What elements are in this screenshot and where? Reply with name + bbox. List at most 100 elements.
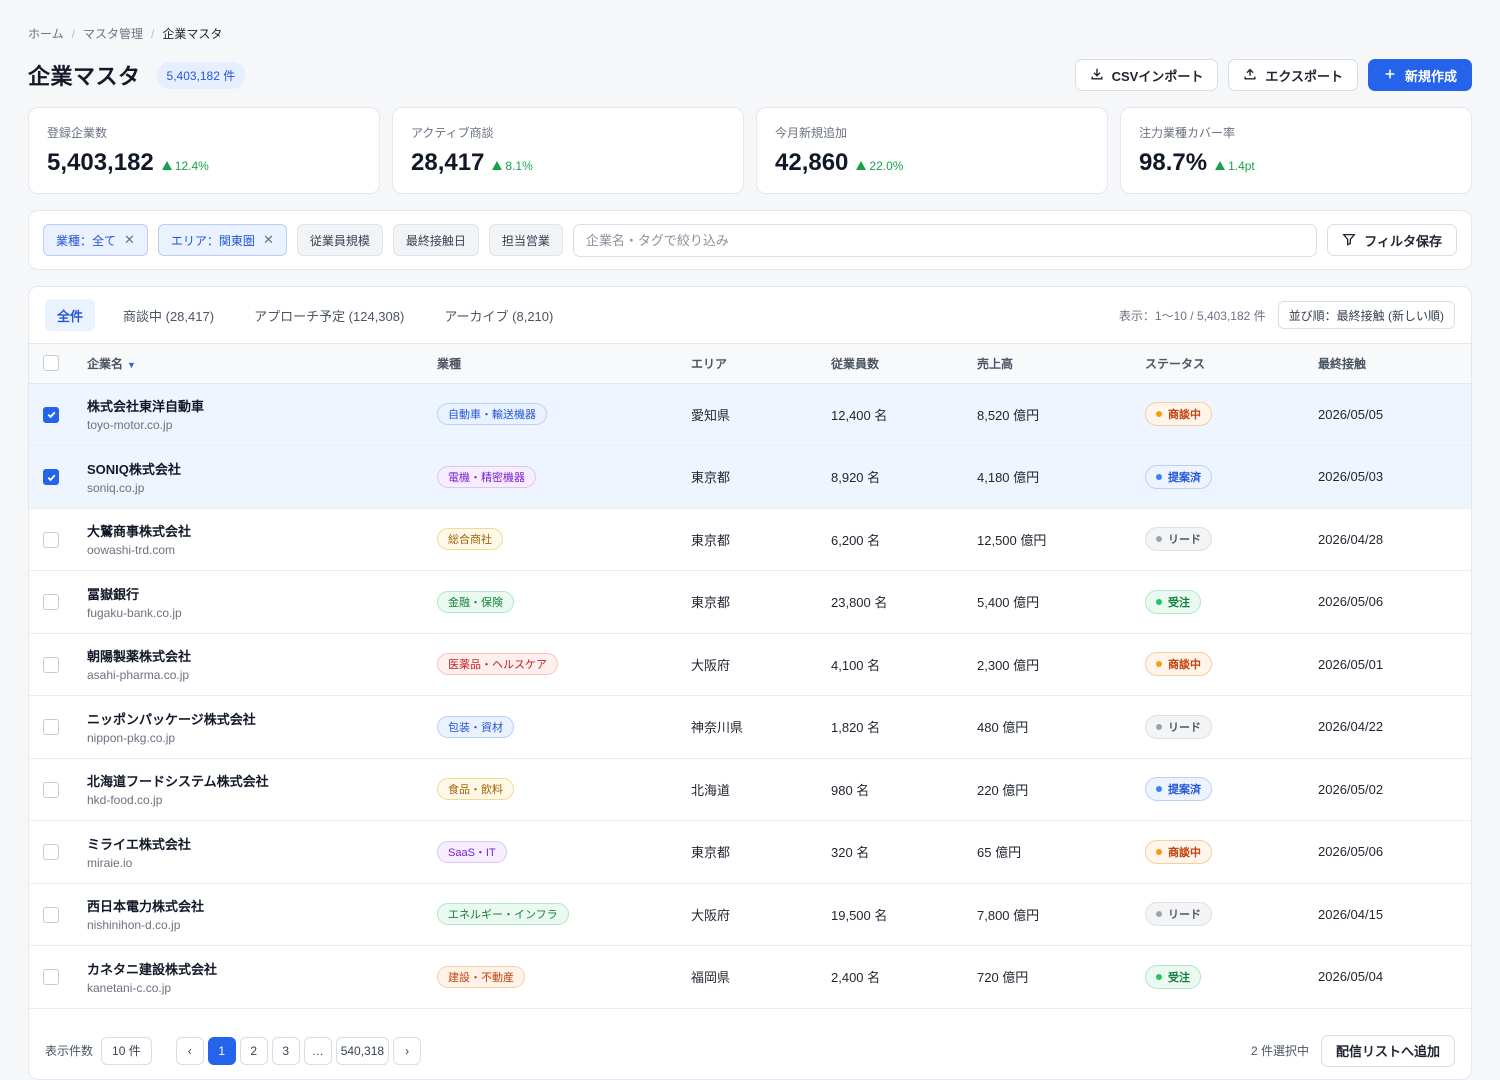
page-button[interactable]: 3 bbox=[271, 1036, 300, 1065]
save-filter-button[interactable]: フィルタ保存 bbox=[1327, 224, 1457, 256]
company-name[interactable]: 大鷲商事株式会社 bbox=[87, 521, 437, 540]
industry-tag: 包装・資材 bbox=[437, 715, 514, 738]
select-all-checkbox[interactable] bbox=[43, 355, 59, 372]
breadcrumb-master[interactable]: マスタ管理 bbox=[83, 25, 143, 42]
breadcrumb-separator: / bbox=[151, 26, 155, 41]
last-contact-cell: 2026/05/01 bbox=[1318, 656, 1384, 672]
export-button[interactable]: エクスポート bbox=[1228, 59, 1358, 91]
breadcrumb-separator: / bbox=[71, 26, 75, 41]
company-cell: ミライエ株式会社 miraie.io bbox=[87, 821, 437, 884]
create-button[interactable]: 新規作成 bbox=[1367, 59, 1472, 91]
company-name[interactable]: ミライエ株式会社 bbox=[87, 834, 437, 853]
table-row[interactable]: 冨嶽銀行 fugaku-bank.co.jp 金融・保険 東京都 23,800 名 5,4… bbox=[29, 571, 1471, 633]
filter-chip-industry[interactable]: 業種：全て ✕ bbox=[43, 224, 148, 256]
industry-tag: 金融・保険 bbox=[437, 590, 514, 613]
revenue-cell: 12,500 億円 bbox=[977, 532, 1047, 548]
company-name[interactable]: SONIQ株式会社 bbox=[87, 459, 437, 478]
row-checkbox[interactable] bbox=[43, 969, 59, 986]
page-button[interactable]: 2 bbox=[239, 1036, 268, 1065]
row-checkbox[interactable] bbox=[43, 531, 59, 548]
csv-import-button[interactable]: CSVインポート bbox=[1074, 59, 1219, 91]
area-cell: 神奈川県 bbox=[691, 720, 744, 736]
search-input[interactable] bbox=[572, 223, 1318, 257]
company-domain: toyo-motor.co.jp bbox=[87, 418, 173, 433]
showing-count: 表示：1〜10 / 5,403,182 件 bbox=[1118, 308, 1266, 323]
employees-cell: 19,500 名 bbox=[831, 907, 888, 923]
row-checkbox[interactable] bbox=[43, 469, 59, 486]
column-header-employees[interactable]: 従業員数 bbox=[831, 344, 977, 383]
breadcrumb-home[interactable]: ホーム bbox=[28, 25, 64, 42]
page-button[interactable]: … bbox=[303, 1036, 332, 1065]
row-checkbox[interactable] bbox=[43, 906, 59, 923]
sort-select[interactable]: 並び順：最終接触 (新しい順) bbox=[1277, 301, 1455, 329]
table-row[interactable]: 北海道フードシステム株式会社 hkd-food.co.jp 食品・飲料 北海道 980 … bbox=[29, 758, 1471, 821]
count-badge: 5,403,182 件 bbox=[156, 61, 246, 89]
company-cell: SONIQ株式会社 soniq.co.jp bbox=[87, 446, 437, 509]
filter-chip-area[interactable]: エリア：関東圏 ✕ bbox=[157, 224, 287, 256]
trend-up-icon bbox=[856, 161, 867, 170]
table-row[interactable]: ニッポンパッケージ株式会社 nippon-pkg.co.jp 包装・資材 神奈川県 1,… bbox=[29, 696, 1471, 758]
filter-chip-last-contact[interactable]: 最終接触日 bbox=[392, 224, 479, 256]
employees-cell: 8,920 名 bbox=[831, 470, 881, 486]
industry-tag: エネルギー・インフラ bbox=[437, 903, 569, 926]
row-checkbox[interactable] bbox=[43, 594, 59, 611]
revenue-cell: 8,520 億円 bbox=[977, 407, 1040, 423]
next-page-button[interactable]: › bbox=[393, 1036, 422, 1065]
company-name[interactable]: 株式会社東洋自動車 bbox=[87, 396, 437, 415]
column-header-industry[interactable]: 業種 bbox=[437, 344, 691, 383]
tab-all[interactable]: 全件 bbox=[45, 299, 96, 331]
company-name[interactable]: 北海道フードシステム株式会社 bbox=[87, 771, 437, 790]
table-row[interactable]: カネタニ建設株式会社 kanetani-c.co.jp 建設・不動産 福岡県 2,400… bbox=[29, 946, 1471, 1008]
close-icon[interactable]: ✕ bbox=[263, 232, 274, 248]
row-checkbox[interactable] bbox=[43, 656, 59, 673]
tab-archive[interactable]: アーカイブ (8,210) bbox=[432, 299, 565, 331]
close-icon[interactable]: ✕ bbox=[124, 232, 135, 248]
tabs-bar: 全件 商談中 (28,417) アプローチ予定 (124,308) アーカイブ … bbox=[29, 287, 1471, 344]
row-checkbox[interactable] bbox=[43, 781, 59, 798]
column-header-revenue[interactable]: 売上高 bbox=[977, 344, 1145, 383]
table-row[interactable]: 西日本電力株式会社 nishinihon-d.co.jp エネルギー・インフラ 大阪府… bbox=[29, 883, 1471, 946]
company-name[interactable]: 冨嶽銀行 bbox=[87, 584, 437, 603]
row-checkbox[interactable] bbox=[43, 844, 59, 861]
revenue-cell: 2,300 億円 bbox=[977, 657, 1040, 673]
page-root: ホーム / マスタ管理 / 企業マスタ 企業マスタ 5,403,182 件 CS… bbox=[0, 0, 1500, 1080]
company-name[interactable]: 西日本電力株式会社 bbox=[87, 896, 437, 915]
industry-tag: SaaS・IT bbox=[437, 840, 507, 863]
tab-negotiating[interactable]: 商談中 (28,417) bbox=[111, 299, 226, 331]
filter-chip-sales-rep[interactable]: 担当営業 bbox=[488, 224, 563, 256]
table-row[interactable]: SONIQ株式会社 soniq.co.jp 電機・精密機器 東京都 8,920 名 4,1… bbox=[29, 445, 1471, 509]
company-name[interactable]: 朝陽製薬株式会社 bbox=[87, 646, 437, 665]
prev-page-button[interactable]: ‹ bbox=[175, 1036, 204, 1065]
company-name[interactable]: カネタニ建設株式会社 bbox=[87, 959, 437, 978]
filter-chip-employees[interactable]: 従業員規模 bbox=[296, 224, 383, 256]
table-row[interactable]: 朝陽製薬株式会社 asahi-pharma.co.jp 医薬品・ヘルスケア 大阪府 4,… bbox=[29, 633, 1471, 696]
industry-tag: 建設・不動産 bbox=[437, 965, 525, 988]
tab-planned[interactable]: アプローチ予定 (124,308) bbox=[242, 299, 416, 331]
trend-up-icon bbox=[1215, 161, 1226, 170]
breadcrumb-current: 企業マスタ bbox=[162, 27, 223, 41]
add-to-list-button[interactable]: 配信リストへ追加 bbox=[1320, 1034, 1455, 1067]
page-button[interactable]: 540,318 bbox=[335, 1036, 390, 1065]
status-dot-icon bbox=[1156, 723, 1162, 730]
column-header-last-contact[interactable]: 最終接触 bbox=[1318, 344, 1471, 383]
industry-tag: 食品・飲料 bbox=[437, 778, 514, 801]
column-header-area[interactable]: エリア bbox=[691, 344, 831, 383]
column-header-status[interactable]: ステータス bbox=[1145, 344, 1318, 383]
stat-label: 注力業種カバー率 bbox=[1139, 126, 1236, 140]
area-cell: 福岡県 bbox=[691, 970, 731, 986]
save-filter-label: フィルタ保存 bbox=[1364, 233, 1442, 249]
status-label: 商談中 bbox=[1168, 846, 1201, 859]
sort-desc-icon: ▼ bbox=[127, 359, 136, 370]
table-row[interactable]: ミライエ株式会社 miraie.io SaaS・IT 東京都 320 名 65 億円 商談中… bbox=[29, 821, 1471, 884]
status-badge: 提案済 bbox=[1145, 464, 1212, 489]
company-name[interactable]: ニッポンパッケージ株式会社 bbox=[87, 709, 437, 728]
header-actions: CSVインポート エクスポート 新規作成 bbox=[1074, 59, 1472, 91]
row-checkbox[interactable] bbox=[43, 719, 59, 736]
page-button[interactable]: 1 bbox=[207, 1036, 236, 1065]
row-checkbox[interactable] bbox=[43, 406, 59, 423]
table-row[interactable]: 大鷲商事株式会社 oowashi-trd.com 総合商社 東京都 6,200 名 12,… bbox=[29, 508, 1471, 571]
column-header-name[interactable]: 企業名 ▼ bbox=[87, 344, 437, 383]
status-dot-icon bbox=[1156, 598, 1162, 605]
table-row[interactable]: 株式会社東洋自動車 toyo-motor.co.jp 自動車・輸送機器 愛知県 12,4… bbox=[29, 383, 1471, 446]
per-page-select[interactable]: 10 件 bbox=[101, 1036, 152, 1065]
